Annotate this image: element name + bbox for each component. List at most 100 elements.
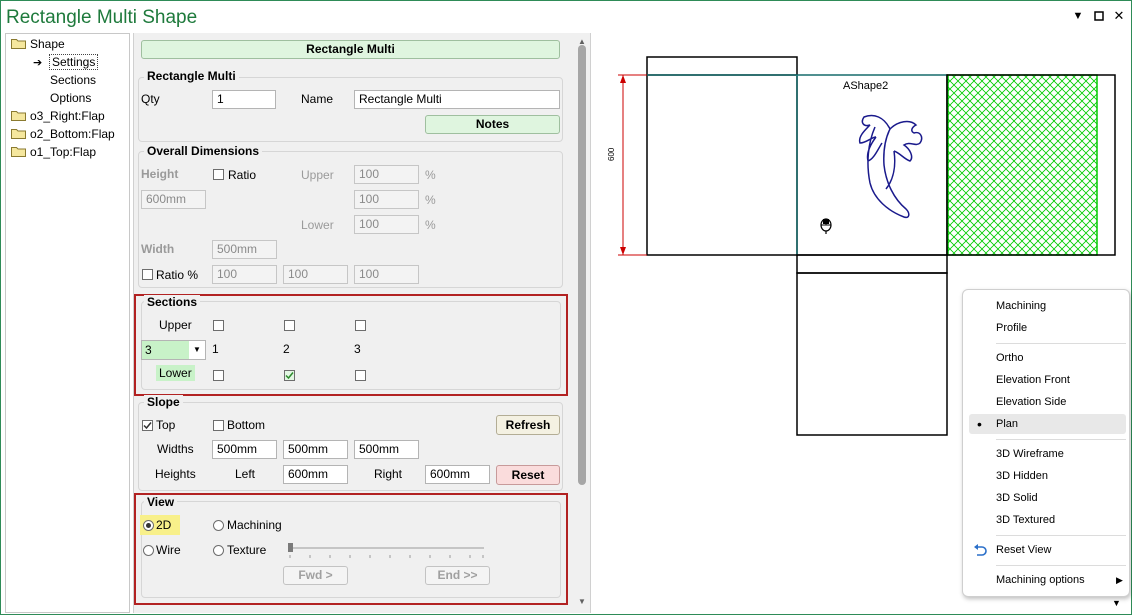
upper-checkbox-1[interactable] bbox=[213, 320, 224, 331]
menu-item-profile[interactable]: Profile bbox=[969, 318, 1126, 338]
lower-checkbox-3[interactable] bbox=[355, 370, 366, 381]
section-col-label-1: 1 bbox=[212, 342, 219, 356]
checkmark-icon bbox=[285, 372, 294, 380]
end-button[interactable]: End >> bbox=[425, 566, 490, 585]
bottom-label: Bottom bbox=[227, 418, 266, 432]
rectangle-multi-header-button[interactable]: Rectangle Multi bbox=[141, 40, 560, 59]
widths-label: Widths bbox=[157, 442, 194, 456]
tree-panel: Shape ➔ Settings Sections Options o3_Righ… bbox=[5, 33, 130, 613]
center-panel-shape[interactable] bbox=[647, 74, 948, 256]
section-count-dropdown[interactable]: 3 ▼ bbox=[141, 340, 206, 360]
scrollbar-thumb[interactable] bbox=[578, 45, 586, 485]
menu-item-reset-view[interactable]: Reset View bbox=[969, 540, 1126, 560]
fwd-button[interactable]: Fwd > bbox=[283, 566, 348, 585]
upper-checkbox-2[interactable] bbox=[284, 320, 295, 331]
view-wire-radio[interactable] bbox=[143, 545, 154, 556]
menu-item-elevation-side[interactable]: Elevation Side bbox=[969, 392, 1126, 412]
left-panel-shape[interactable] bbox=[646, 74, 798, 256]
heights-label: Heights bbox=[155, 467, 196, 481]
height-field[interactable]: 600mm bbox=[141, 190, 206, 209]
close-icon[interactable]: ✕ bbox=[1112, 9, 1126, 23]
texture-slider[interactable] bbox=[286, 541, 488, 563]
slope-width-field-3[interactable]: 500mm bbox=[354, 440, 419, 459]
right-hatched-panel[interactable] bbox=[946, 74, 1116, 256]
tree-item-top-flap[interactable]: o1_Top:Flap bbox=[11, 143, 96, 161]
maximize-icon[interactable] bbox=[1092, 9, 1106, 23]
refresh-button[interactable]: Refresh bbox=[496, 415, 560, 435]
tree-item-options[interactable]: Options bbox=[50, 89, 91, 107]
dropdown-arrow-icon[interactable]: ▼ bbox=[1071, 9, 1085, 23]
name-field[interactable]: Rectangle Multi bbox=[354, 90, 560, 109]
tree-item-right-flap[interactable]: o3_Right:Flap bbox=[11, 107, 105, 125]
view-context-menu: Machining Profile Ortho Elevation Front … bbox=[962, 289, 1130, 597]
upper-checkbox-3[interactable] bbox=[355, 320, 366, 331]
notes-button[interactable]: Notes bbox=[425, 115, 560, 134]
tree-item-shape[interactable]: Shape bbox=[11, 35, 65, 53]
width-ratio-field-1[interactable]: 100 bbox=[212, 265, 277, 284]
ratio-checkbox[interactable] bbox=[213, 169, 224, 180]
view-wire-label: Wire bbox=[156, 543, 181, 557]
pct-label-3: % bbox=[425, 218, 436, 232]
menu-item-ortho[interactable]: Ortho bbox=[969, 348, 1126, 368]
chevron-down-icon[interactable]: ▼ bbox=[1112, 598, 1121, 608]
view-texture-radio[interactable] bbox=[213, 545, 224, 556]
lower-checkbox-1[interactable] bbox=[213, 370, 224, 381]
top-checkbox[interactable] bbox=[142, 420, 153, 431]
menu-separator bbox=[996, 343, 1126, 344]
reset-button[interactable]: Reset bbox=[496, 465, 560, 485]
lower-ratio-field[interactable]: 100 bbox=[354, 215, 419, 234]
menu-item-3d-wireframe[interactable]: 3D Wireframe bbox=[969, 444, 1126, 464]
upper-label: Upper bbox=[301, 168, 334, 182]
scroll-down-icon[interactable]: ▼ bbox=[575, 597, 589, 606]
width-ratio-field-2[interactable]: 100 bbox=[283, 265, 348, 284]
bottom-checkbox[interactable] bbox=[213, 420, 224, 431]
height-label: Height bbox=[141, 167, 179, 181]
tree-item-bottom-flap[interactable]: o2_Bottom:Flap bbox=[11, 125, 115, 143]
folder-icon bbox=[11, 146, 26, 157]
menu-item-elevation-front[interactable]: Elevation Front bbox=[969, 370, 1126, 390]
window-title: Rectangle Multi Shape bbox=[6, 7, 198, 28]
chevron-down-icon[interactable]: ▼ bbox=[189, 341, 205, 359]
upper-ratio-field[interactable]: 100 bbox=[354, 165, 419, 184]
slope-width-field-2[interactable]: 500mm bbox=[283, 440, 348, 459]
palm-tree-shape[interactable] bbox=[858, 114, 923, 219]
view-2d-radio[interactable] bbox=[143, 520, 154, 531]
folder-icon bbox=[11, 38, 26, 49]
menu-separator bbox=[996, 439, 1126, 440]
width-field[interactable]: 500mm bbox=[212, 240, 277, 259]
menu-item-3d-hidden[interactable]: 3D Hidden bbox=[969, 466, 1126, 486]
view-machining-radio[interactable] bbox=[213, 520, 224, 531]
right-label: Right bbox=[374, 467, 403, 481]
left-height-field[interactable]: 600mm bbox=[283, 465, 348, 484]
width-ratio-field-3[interactable]: 100 bbox=[354, 265, 419, 284]
menu-item-machining-options[interactable]: Machining options ▶ bbox=[969, 570, 1126, 590]
bottom-flap-shape[interactable] bbox=[796, 254, 948, 436]
middle-ratio-field[interactable]: 100 bbox=[354, 190, 419, 209]
qty-field[interactable]: 1 bbox=[212, 90, 276, 109]
lower-checkbox-2[interactable] bbox=[284, 370, 295, 381]
mouse-cursor-icon bbox=[820, 218, 832, 234]
slope-width-field-1[interactable]: 500mm bbox=[212, 440, 277, 459]
sections-title: Sections bbox=[144, 295, 201, 309]
tree-item-sections[interactable]: Sections bbox=[50, 71, 96, 89]
right-height-field[interactable]: 600mm bbox=[425, 465, 490, 484]
top-flap-shape[interactable] bbox=[646, 56, 798, 76]
tree-item-settings[interactable]: ➔ Settings bbox=[33, 53, 99, 71]
checkmark-icon bbox=[143, 422, 152, 430]
shape-label: AShape2 bbox=[843, 80, 889, 92]
view-title: View bbox=[144, 495, 178, 509]
sections-upper-label: Upper bbox=[159, 318, 192, 332]
lower-label: Lower bbox=[301, 218, 334, 232]
section-col-label-2: 2 bbox=[283, 342, 290, 356]
ratio-pct-checkbox[interactable] bbox=[142, 269, 153, 280]
folder-icon bbox=[11, 128, 26, 139]
undo-icon bbox=[974, 544, 987, 556]
menu-item-3d-solid[interactable]: 3D Solid bbox=[969, 488, 1126, 508]
menu-item-plan[interactable]: • Plan bbox=[969, 414, 1126, 434]
qty-label: Qty bbox=[141, 92, 160, 106]
name-label: Name bbox=[301, 92, 334, 106]
sections-lower-label: Lower bbox=[156, 365, 195, 381]
menu-item-3d-textured[interactable]: 3D Textured bbox=[969, 510, 1126, 530]
arrow-right-icon: ➔ bbox=[33, 57, 43, 69]
menu-item-machining[interactable]: Machining bbox=[969, 296, 1126, 316]
